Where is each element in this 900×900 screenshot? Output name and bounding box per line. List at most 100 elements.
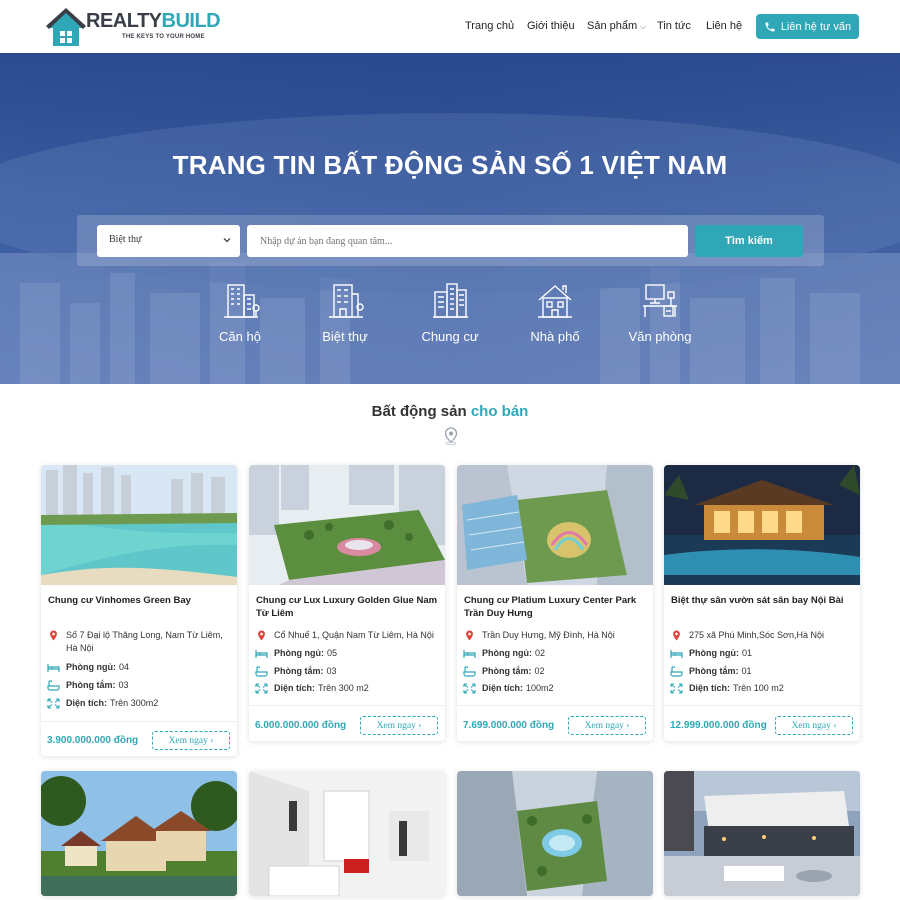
rooftop-garden-image xyxy=(249,465,445,585)
apartment-building-icon xyxy=(224,284,260,318)
listing-address: Trần Duy Hưng, Mỹ Đình, Hà Nội xyxy=(463,629,649,642)
listing-photo[interactable] xyxy=(41,465,237,585)
listing-title[interactable]: Chung cư Platium Luxury Center Park Trần… xyxy=(464,594,648,620)
category-office[interactable]: Văn phòng xyxy=(615,280,705,350)
listing-price: 3.900.000.000 đồng xyxy=(47,735,139,746)
map-pin-icon xyxy=(673,630,680,641)
expand-area-icon xyxy=(255,683,268,694)
listing-bathrooms: Phòng tắm: 02 xyxy=(463,665,649,678)
section-title: Bất động sản cho bán xyxy=(371,403,529,420)
listing-card[interactable] xyxy=(664,771,860,896)
listing-photo[interactable] xyxy=(664,465,860,585)
listing-price: 12.999.000.000 đồng xyxy=(670,720,767,731)
logo-wordmark: REALTYBUILD xyxy=(86,10,221,32)
listing-address: Số 7 Đại lộ Thăng Long, Nam Từ Liêm, Hà … xyxy=(47,629,233,655)
view-now-button[interactable]: Xem ngay › xyxy=(775,716,853,735)
nav-news[interactable]: Tin tức xyxy=(657,20,691,32)
nav-contact[interactable]: Liên hệ xyxy=(706,20,742,32)
chevron-down-icon: ⌵ xyxy=(640,22,647,31)
listing-bathrooms: Phòng tắm: 03 xyxy=(255,665,441,678)
condo-towers-icon xyxy=(433,283,468,318)
listing-area: Diện tích: Trên 300 m2 xyxy=(255,682,441,695)
nav-home[interactable]: Trang chủ xyxy=(465,20,514,32)
select-value: Biệt thự xyxy=(109,234,142,245)
card-divider xyxy=(41,721,237,722)
map-pin-icon xyxy=(50,630,57,641)
rooftop-terrace-image xyxy=(664,771,860,896)
listing-card[interactable]: Biệt thự sân vườn sát sân bay Nội Bài 27… xyxy=(664,465,860,741)
complex-pool-aerial-image xyxy=(457,771,653,896)
listing-bathrooms: Phòng tắm: 01 xyxy=(670,665,856,678)
view-now-button[interactable]: Xem ngay › xyxy=(152,731,230,750)
location-pin-icon xyxy=(444,427,458,445)
listing-bedrooms: Phòng ngủ: 04 xyxy=(47,661,233,674)
map-pin-icon xyxy=(466,630,473,641)
listing-price: 6.000.000.000 đồng xyxy=(255,720,347,731)
search-button[interactable]: Tìm kiếm xyxy=(695,225,803,257)
listing-bedrooms: Phòng ngủ: 05 xyxy=(255,647,441,660)
listing-area: Diện tích: Trên 100 m2 xyxy=(670,682,856,695)
listing-photo[interactable] xyxy=(457,465,653,585)
category-villa[interactable]: Biệt thự xyxy=(300,280,390,350)
phone-icon xyxy=(765,22,775,31)
bed-icon xyxy=(463,650,476,658)
contact-consult-button[interactable]: Liên hệ tư vấn xyxy=(756,14,859,39)
nav-about[interactable]: Giới thiệu xyxy=(527,20,575,32)
search-input[interactable] xyxy=(247,225,688,257)
night-villa-pool-image xyxy=(664,465,860,585)
search-bar: Biệt thự Tìm kiếm xyxy=(77,215,824,266)
category-townhouse[interactable]: Nhà phố xyxy=(510,280,600,350)
bed-icon xyxy=(47,664,60,672)
listing-card[interactable]: Chung cư Lux Luxury Golden Glue Nam Từ L… xyxy=(249,465,445,741)
hero-banner: TRANG TIN BẤT ĐỘNG SẢN SỐ 1 VIỆT NAM Biệ… xyxy=(0,53,900,384)
cottage-house-image xyxy=(41,771,237,896)
expand-area-icon xyxy=(463,683,476,694)
nav-products[interactable]: Sản phẩm ⌵ xyxy=(587,20,646,32)
logo[interactable]: REALTYBUILD THE KEYS TO YOUR HOME xyxy=(46,6,221,48)
category-apartment[interactable]: Căn hộ xyxy=(195,280,285,350)
listing-bedrooms: Phòng ngủ: 02 xyxy=(463,647,649,660)
listing-bathrooms: Phòng tắm: 03 xyxy=(47,679,233,692)
listing-title[interactable]: Chung cư Lux Luxury Golden Glue Nam Từ L… xyxy=(256,594,440,620)
bathtub-icon xyxy=(463,666,476,677)
map-pin-icon xyxy=(258,630,265,641)
listing-title[interactable]: Biệt thự sân vườn sát sân bay Nội Bài xyxy=(671,594,855,607)
bathtub-icon xyxy=(255,666,268,677)
category-label: Căn hộ xyxy=(219,329,261,344)
listing-card[interactable] xyxy=(249,771,445,896)
property-type-select[interactable]: Biệt thự xyxy=(97,225,240,257)
aerial-park-image xyxy=(457,465,653,585)
listing-photo[interactable] xyxy=(249,465,445,585)
white-bathroom-image xyxy=(249,771,445,896)
bathtub-icon xyxy=(47,680,60,691)
view-now-button[interactable]: Xem ngay › xyxy=(360,716,438,735)
listing-address: 275 xã Phú Minh,Sóc Sơn,Hà Nội xyxy=(670,629,856,642)
listing-bedrooms: Phòng ngủ: 01 xyxy=(670,647,856,660)
villa-building-icon xyxy=(329,284,364,318)
category-label: Văn phòng xyxy=(628,329,692,344)
card-divider xyxy=(457,705,653,706)
bed-icon xyxy=(255,650,268,658)
view-now-button[interactable]: Xem ngay › xyxy=(568,716,646,735)
hero-title: TRANG TIN BẤT ĐỘNG SẢN SỐ 1 VIỆT NAM xyxy=(172,150,728,180)
listing-area: Diện tích: 100m2 xyxy=(463,682,649,695)
lake-apartments-image xyxy=(41,465,237,585)
card-divider xyxy=(249,705,445,706)
house-logo-icon xyxy=(46,8,86,46)
townhouse-icon xyxy=(538,285,572,318)
site-header: REALTYBUILD THE KEYS TO YOUR HOME Trang … xyxy=(0,0,900,53)
listing-card[interactable]: Chung cư Vinhomes Green Bay Số 7 Đại lộ … xyxy=(41,465,237,756)
expand-area-icon xyxy=(670,683,683,694)
office-desk-icon xyxy=(643,284,677,317)
cta-label: Liên hệ tư vấn xyxy=(780,20,852,33)
listing-card[interactable] xyxy=(457,771,653,896)
listing-card[interactable] xyxy=(41,771,237,896)
expand-area-icon xyxy=(47,698,60,709)
card-divider xyxy=(664,705,860,706)
listing-title[interactable]: Chung cư Vinhomes Green Bay xyxy=(48,594,232,607)
listing-address: Cổ Nhuế 1, Quận Nam Từ Liêm, Hà Nội xyxy=(255,629,441,642)
listing-area: Diện tích: Trên 300m2 xyxy=(47,697,233,710)
category-condo[interactable]: Chung cư xyxy=(405,280,495,350)
logo-tagline: THE KEYS TO YOUR HOME xyxy=(122,34,205,40)
listing-card[interactable]: Chung cư Platium Luxury Center Park Trần… xyxy=(457,465,653,741)
